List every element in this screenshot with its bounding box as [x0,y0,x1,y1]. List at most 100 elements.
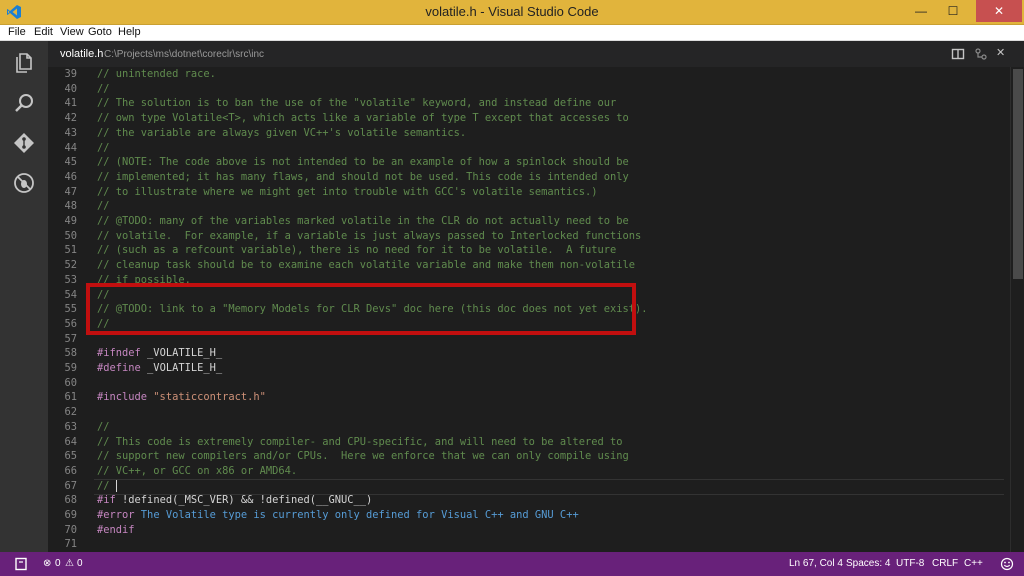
line-number: 57 [64,332,77,345]
line-number: 63 [64,420,77,433]
status-bar: ⊗ 0 ⚠ 0 Ln 67, Col 4 Spaces: 4 UTF-8 CRL… [0,552,1024,576]
editor-file-name[interactable]: volatile.h [60,48,103,60]
line-number: 45 [64,156,77,169]
code-line[interactable]: 51 // (such as a refcount variable), ther… [48,243,1008,258]
warnings-count[interactable]: 0 [77,558,83,569]
cursor-position[interactable]: Ln 67, Col 4 [789,558,843,569]
code-text: // VC++, or GCC on x86 or AMD64. [97,464,297,479]
errors-icon[interactable]: ⊗ [43,558,51,569]
menu-file[interactable]: File [8,26,26,38]
menu-help[interactable]: Help [118,26,141,38]
scrollbar-thumb[interactable] [1013,69,1023,279]
line-number: 50 [64,229,77,242]
code-line[interactable]: 43 // the variable are always given VC++'… [48,126,1008,141]
code-text: // support new compilers and/or CPUs. He… [97,449,629,464]
code-line[interactable]: 39 // unintended race. [48,67,1008,82]
code-text: // @TODO: many of the variables marked v… [97,214,629,229]
line-number: 59 [64,362,77,374]
git-icon[interactable] [12,131,36,155]
preprocessor-directive: #endif [97,523,135,536]
code-line[interactable]: 68 #if !defined(_MSC_VER) && !defined(__G… [48,493,1008,508]
highlight-annotation-box [86,283,636,335]
code-line[interactable]: 48 // [48,199,1008,214]
code-line[interactable]: 46 // implemented; it has many flaws, and… [48,170,1008,185]
comment-text: // (such as a refcount variable), there … [97,244,617,257]
menu-view[interactable]: View [60,26,84,38]
comment-text: // VC++, or GCC on x86 or AMD64. [97,464,298,477]
line-number: 69 [64,509,77,521]
line-number: 65 [64,450,77,463]
code-line[interactable]: 67 // [48,479,1008,494]
code-line[interactable]: 65 // support new compilers and/or CPUs. … [48,449,1008,464]
code-line[interactable]: 41 // The solution is to ban the use of t… [48,96,1008,111]
code-text: // cleanup task should be to examine eac… [97,258,635,273]
directive-argument: _VOLATILE_H_ [140,347,223,360]
code-line[interactable]: 69 #error The Volatile type is currently … [48,508,1008,523]
line-number: 56 [64,317,77,330]
line-number: 58 [64,347,77,360]
eol-setting[interactable]: CRLF [932,558,958,569]
window-title-bar: volatile.h - Visual Studio Code — ☐ ✕ [0,0,1024,25]
code-line[interactable]: 47 // to illustrate where we might get in… [48,185,1008,200]
maximize-button[interactable]: ☐ [938,0,968,22]
code-line[interactable]: 62 [48,405,1008,420]
line-number: 42 [64,112,77,125]
code-line[interactable]: 71 [48,537,1008,552]
code-line[interactable]: 70 #endif [48,523,1008,538]
code-line[interactable]: 50 // volatile. For example, if a variabl… [48,229,1008,244]
code-line[interactable]: 45 // (NOTE: The code above is not intend… [48,155,1008,170]
smiley-icon[interactable] [1000,557,1014,571]
language-mode[interactable]: C++ [964,558,983,569]
preprocessor-directive: #define [97,362,141,374]
search-icon[interactable] [12,91,36,115]
line-number: 52 [64,259,77,272]
comment-text: // This code is extremely compiler- and … [97,435,623,448]
menu-goto[interactable]: Goto [88,26,112,38]
code-line[interactable]: 40 // [48,82,1008,97]
code-text: // the variable are always given VC++'s … [97,126,466,141]
comment-text: // [97,200,110,213]
open-changes-icon[interactable] [974,47,988,61]
close-editor-icon[interactable]: ✕ [996,46,1010,60]
errors-count[interactable]: 0 [55,558,61,569]
comment-text: // The solution is to ban the use of the… [97,97,617,110]
debug-icon[interactable] [12,171,36,195]
code-text: // implemented; it has many flaws, and s… [97,170,629,185]
code-line[interactable]: 49 // @TODO: many of the variables marked… [48,214,1008,229]
code-line[interactable]: 52 // cleanup task should be to examine e… [48,258,1008,273]
code-line[interactable]: 64 // This code is extremely compiler- an… [48,435,1008,450]
line-number: 44 [64,141,77,154]
directive-argument: The Volatile type is currently only defi… [134,509,579,521]
line-number: 68 [64,494,77,507]
code-line[interactable]: 66 // VC++, or GCC on x86 or AMD64. [48,464,1008,479]
close-window-button[interactable]: ✕ [976,0,1022,22]
line-number: 48 [64,200,77,213]
encoding-setting[interactable]: UTF-8 [896,558,924,569]
editor-scrollbar[interactable] [1010,67,1024,552]
comment-text: // (NOTE: The code above is not intended… [97,156,629,169]
menu-edit[interactable]: Edit [34,26,53,38]
code-line[interactable]: 42 // own type Volatile<T>, which acts li… [48,111,1008,126]
code-text: // own type Volatile<T>, which acts like… [97,111,629,126]
code-line[interactable]: 60 [48,376,1008,391]
split-editor-icon[interactable] [951,47,965,61]
git-repo-icon[interactable] [14,557,28,571]
code-line[interactable]: 44 // [48,141,1008,156]
line-number: 61 [64,391,77,404]
code-text: // volatile. For example, if a variable … [97,229,641,244]
comment-text: // [97,82,110,95]
explorer-icon[interactable] [12,51,36,75]
code-text: #include "staticcontract.h" [97,390,266,405]
menu-bar: File Edit View Goto Help [0,25,1024,41]
activity-bar [0,41,48,552]
code-line[interactable]: 59 #define _VOLATILE_H_ [48,361,1008,376]
code-line[interactable]: 58 #ifndef _VOLATILE_H_ [48,346,1008,361]
code-line[interactable]: 63 // [48,420,1008,435]
indentation-setting[interactable]: Spaces: 4 [846,558,890,569]
minimize-button[interactable]: — [906,0,936,22]
warnings-icon[interactable]: ⚠ [65,558,74,569]
code-line[interactable]: 61 #include "staticcontract.h" [48,390,1008,405]
directive-argument: !defined(_MSC_VER) && !defined(__GNUC__) [115,494,373,507]
line-number: 53 [64,273,77,286]
comment-text: // [97,479,116,492]
